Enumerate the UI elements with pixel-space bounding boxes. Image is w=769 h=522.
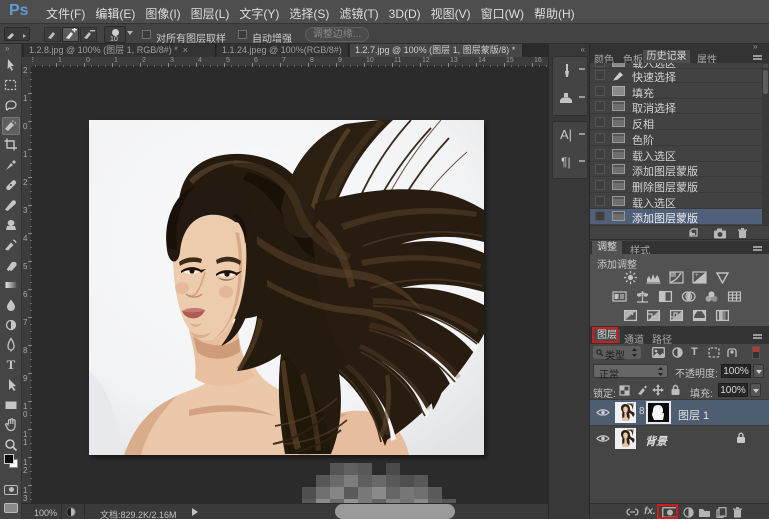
svg-text:+: + [695,273,699,279]
